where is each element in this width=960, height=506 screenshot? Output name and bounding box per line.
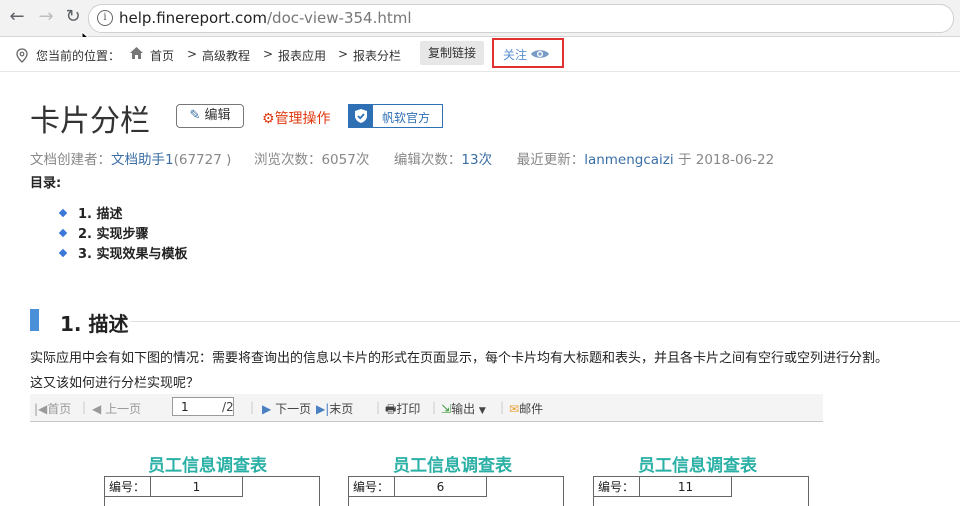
updated-user-link[interactable]: lanmengcaizi <box>584 152 673 168</box>
follow-button[interactable]: 关注 <box>492 38 564 68</box>
card-id-label: 编号： <box>105 477 151 497</box>
official-badge[interactable]: 帆软官方 <box>348 104 443 128</box>
first-page-button[interactable]: |◀首页 <box>34 400 71 417</box>
page-total: /2 <box>222 400 234 414</box>
printer-icon: 🖶 <box>385 402 397 416</box>
edit-button[interactable]: ✎ 编辑 <box>176 104 244 128</box>
copy-link-button[interactable]: 复制链接 <box>420 41 484 65</box>
prev-page-icon: ◀ <box>92 402 102 416</box>
toc-item[interactable]: 2. 实现步骤 <box>58 223 149 242</box>
card-id-value: 1 <box>151 477 243 497</box>
card-id-value: 11 <box>640 477 732 497</box>
print-label: 打印 <box>396 402 421 416</box>
updated-date: 2018-06-22 <box>695 152 775 168</box>
page-title: 卡片分栏 <box>30 104 150 139</box>
paragraph: 这又该如何进行分栏实现呢？ <box>30 376 200 391</box>
card-id-label: 编号： <box>594 477 640 497</box>
creator-label: 文档创建者： <box>30 152 111 168</box>
card-id-value: 6 <box>395 477 487 497</box>
breadcrumb-prefix: 您当前的位置： <box>36 49 121 63</box>
card-title: 员工信息调查表 <box>393 456 512 476</box>
toolbar-divider: | <box>432 400 437 414</box>
next-page-icon: ▶ <box>262 402 272 416</box>
last-page-label: 末页 <box>329 402 354 416</box>
views-value: 6057次 <box>321 152 370 168</box>
paragraph: 实际应用中会有如下图的情况：需要将查询出的信息以卡片的形式在页面显示，每个卡片均… <box>30 351 889 366</box>
edits-label: 编辑次数： <box>393 152 462 168</box>
section-divider <box>130 321 960 322</box>
prev-page-button[interactable]: ◀ 上一页 <box>92 400 141 417</box>
print-button[interactable]: 🖶打印 <box>385 400 420 421</box>
breadcrumb-item-current[interactable]: 报表分栏 <box>353 47 401 64</box>
manage-actions-button[interactable]: ⚙管理操作 <box>262 108 331 128</box>
diamond-bullet-icon <box>58 208 68 218</box>
toc-label: 目录: <box>30 176 62 191</box>
back-arrow-icon[interactable]: ← <box>6 6 28 28</box>
location-pin-icon <box>16 48 28 63</box>
url-host: help.finereport.com <box>119 9 267 27</box>
next-page-button[interactable]: ▶ 下一页 <box>262 400 311 417</box>
breadcrumb-item-report-app[interactable]: 报表应用 <box>278 47 326 64</box>
follow-label: 关注 <box>503 48 528 62</box>
envelope-icon: ✉ <box>509 402 520 416</box>
toolbar-divider: | <box>250 400 255 414</box>
edit-label: 编辑 <box>204 108 231 123</box>
toc-item-label: 3. 实现效果与模板 <box>78 247 188 262</box>
first-page-label: 首页 <box>47 402 72 416</box>
updated-label: 最近更新： <box>516 152 585 168</box>
section-marker <box>30 309 39 331</box>
forward-arrow-icon[interactable]: → <box>35 6 57 28</box>
browser-toolbar: ← → ↻ i help.finereport.com/doc-view-354… <box>0 0 960 37</box>
export-label: 输出 <box>451 402 476 416</box>
article-meta: 文档创建者：文档助手1(67727 ) 浏览次数：6057次 编辑次数：13次 … <box>30 148 774 168</box>
dropdown-arrow-icon: ▼ <box>478 406 486 416</box>
last-page-icon: ▶| <box>316 402 330 416</box>
section-title: 1. 描述 <box>60 312 129 336</box>
url-path: /doc-view-354.html <box>267 9 412 27</box>
next-page-label: 下一页 <box>275 402 312 416</box>
toc-item[interactable]: 1. 描述 <box>58 203 123 222</box>
pencil-icon: ✎ <box>189 108 201 123</box>
breadcrumb-item-home[interactable]: 首页 <box>150 47 174 64</box>
toc-item-label: 2. 实现步骤 <box>78 227 149 242</box>
breadcrumb-bar: 您当前的位置： 首页 > 高级教程 > 报表应用 > 报表分栏 复制链接 关注 <box>0 37 960 72</box>
toolbar-divider: | <box>500 400 505 414</box>
breadcrumb-separator: > <box>187 47 198 61</box>
address-bar[interactable]: i help.finereport.com/doc-view-354.html <box>88 4 954 33</box>
mail-label: 邮件 <box>519 402 544 416</box>
export-button[interactable]: ⇲输出 ▼ <box>441 400 486 417</box>
export-icon: ⇲ <box>441 402 452 416</box>
creator-id: (67727 ) <box>173 152 232 168</box>
last-page-button[interactable]: ▶|末页 <box>316 400 353 417</box>
diamond-bullet-icon <box>58 228 68 238</box>
mail-button[interactable]: ✉邮件 <box>509 400 543 417</box>
card-id-label: 编号： <box>349 477 395 497</box>
eye-icon <box>531 50 549 58</box>
official-label: 帆软官方 <box>382 111 431 125</box>
report-toolbar: |◀首页 | ◀ 上一页 1 /2 | ▶ 下一页 ▶|末页 | 🖶打印 | ⇲… <box>30 394 823 422</box>
url-text: help.finereport.com/doc-view-354.html <box>119 9 412 27</box>
diamond-bullet-icon <box>58 248 68 258</box>
toc-item[interactable]: 3. 实现效果与模板 <box>58 243 188 262</box>
shield-check-icon <box>349 105 373 127</box>
creator-link[interactable]: 文档助手1 <box>111 152 174 168</box>
gear-icon: ⚙ <box>262 111 275 127</box>
breadcrumb-separator: > <box>338 47 349 61</box>
toc-item-label: 1. 描述 <box>78 207 123 222</box>
toolbar-divider: | <box>376 400 381 414</box>
card-title: 员工信息调查表 <box>638 456 757 476</box>
card-title: 员工信息调查表 <box>148 456 267 476</box>
info-icon[interactable]: i <box>97 10 113 26</box>
manage-label: 管理操作 <box>274 111 331 127</box>
breadcrumb-separator: > <box>263 47 274 61</box>
updated-on: 于 <box>677 152 692 168</box>
views-label: 浏览次数： <box>253 152 322 168</box>
first-page-icon: |◀ <box>34 402 48 416</box>
prev-page-label: 上一页 <box>105 402 142 416</box>
reload-icon[interactable]: ↻ <box>62 6 84 28</box>
home-icon[interactable] <box>129 46 144 60</box>
breadcrumb-item-advanced[interactable]: 高级教程 <box>202 47 250 64</box>
edits-link[interactable]: 13次 <box>461 152 492 168</box>
toolbar-divider: | <box>82 400 87 414</box>
